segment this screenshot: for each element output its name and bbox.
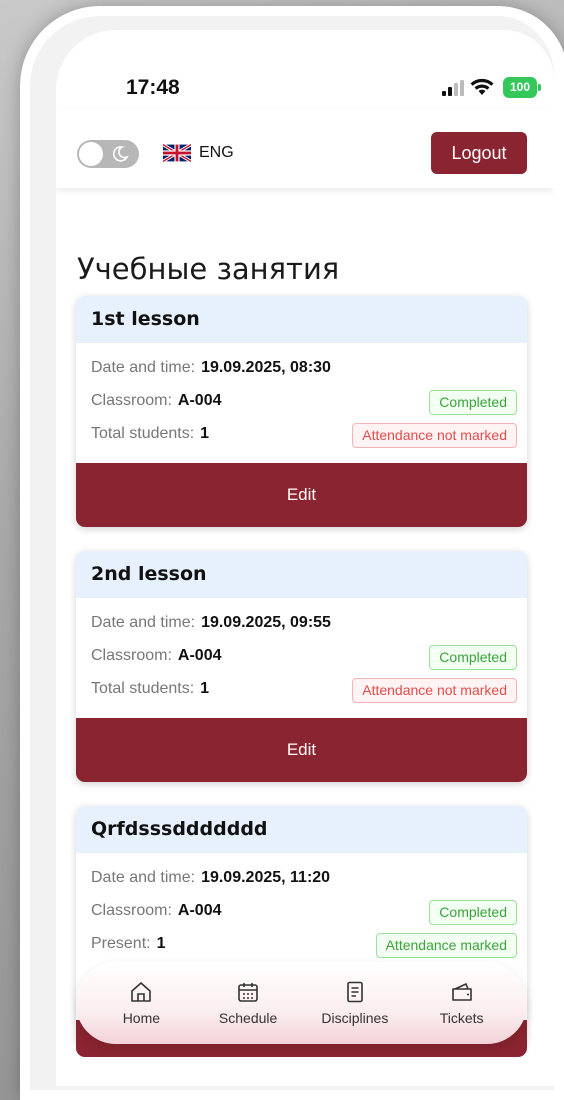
datetime-row: Date and time: 19.09.2025, 09:55	[91, 614, 331, 632]
status-time: 17:48	[126, 76, 180, 99]
datetime-label: Date and time:	[91, 614, 196, 631]
page-title: Учебные занятия	[77, 252, 340, 286]
present-label: Present:	[91, 935, 151, 952]
wifi-icon	[470, 78, 494, 95]
logout-button[interactable]: Logout	[431, 132, 527, 174]
nav-item-tickets[interactable]: Tickets	[412, 980, 512, 1026]
phone-frame: 17:48 100 ENG Logout Учебные занятия 1st…	[20, 6, 564, 1100]
book-icon	[347, 981, 363, 1003]
datetime-label: Date and time:	[91, 869, 196, 886]
students-value: 1	[200, 425, 210, 442]
classroom-label: Classroom:	[91, 902, 172, 919]
app-header: ENG Logout	[56, 110, 554, 188]
lesson-details: Date and time: 19.09.2025, 11:20 Classroo…	[76, 853, 527, 973]
battery-level: 100	[503, 77, 537, 98]
home-icon	[131, 982, 152, 1002]
datetime-value: 19.09.2025, 09:55	[201, 614, 331, 631]
datetime-value: 19.09.2025, 11:20	[201, 869, 331, 886]
classroom-value: A-004	[177, 392, 222, 409]
nav-label: Home	[122, 1010, 161, 1026]
nav-label: Schedule	[218, 1010, 278, 1026]
moon-icon	[112, 146, 129, 162]
theme-toggle[interactable]	[77, 140, 139, 168]
status-badge: Completed	[429, 900, 517, 925]
present-value: 1	[156, 935, 166, 952]
classroom-value: A-004	[177, 647, 222, 664]
status-badge: Completed	[429, 390, 517, 415]
nav-label: Tickets	[439, 1010, 484, 1026]
lesson-details: Date and time: 19.09.2025, 08:30 Classroo…	[76, 343, 527, 463]
attendance-badge: Attendance not marked	[352, 678, 517, 703]
classroom-label: Classroom:	[91, 647, 172, 664]
bottom-navigation: Home Schedule Disciplines Tickets	[76, 962, 527, 1044]
nav-item-schedule[interactable]: Schedule	[198, 980, 298, 1026]
attendance-badge: Attendance not marked	[352, 423, 517, 448]
language-label: ENG	[199, 144, 234, 161]
uk-flag-icon	[163, 144, 191, 162]
ticket-icon	[451, 983, 472, 1001]
lesson-title: 2nd lesson	[76, 551, 527, 598]
attendance-badge: Attendance marked	[375, 933, 517, 958]
lesson-card: 2nd lesson Date and time: 19.09.2025, 09:…	[76, 551, 527, 782]
lesson-card: 1st lesson Date and time: 19.09.2025, 08:…	[76, 296, 527, 527]
lesson-title: 1st lesson	[76, 296, 527, 343]
nav-item-home[interactable]: Home	[91, 980, 191, 1026]
edit-button[interactable]: Edit	[76, 718, 527, 782]
students-label: Total students:	[91, 425, 195, 442]
students-row: Total students: 1	[91, 425, 209, 443]
students-label: Total students:	[91, 680, 195, 697]
toggle-knob	[79, 142, 103, 166]
nav-item-disciplines[interactable]: Disciplines	[305, 980, 405, 1026]
lesson-details: Date and time: 19.09.2025, 09:55 Classroo…	[76, 598, 527, 718]
classroom-row: Classroom: A-004	[91, 902, 221, 920]
status-bar: 17:48 100	[56, 30, 554, 110]
students-row: Total students: 1	[91, 680, 209, 698]
datetime-label: Date and time:	[91, 359, 196, 376]
lesson-title: Qrfdsssddddddd	[76, 806, 527, 853]
datetime-row: Date and time: 19.09.2025, 08:30	[91, 359, 331, 377]
edit-button[interactable]: Edit	[76, 463, 527, 527]
battery-tip	[538, 84, 541, 91]
status-badge: Completed	[429, 645, 517, 670]
classroom-value: A-004	[177, 902, 222, 919]
datetime-row: Date and time: 19.09.2025, 11:20	[91, 869, 330, 887]
present-row: Present: 1	[91, 935, 166, 953]
classroom-label: Classroom:	[91, 392, 172, 409]
students-value: 1	[200, 680, 210, 697]
signal-icon	[442, 80, 464, 96]
nav-label: Disciplines	[321, 1010, 389, 1026]
app-screen: 17:48 100 ENG Logout Учебные занятия 1st…	[56, 30, 554, 1086]
classroom-row: Classroom: A-004	[91, 647, 221, 665]
datetime-value: 19.09.2025, 08:30	[201, 359, 331, 376]
calendar-icon	[238, 983, 258, 1002]
language-switch[interactable]: ENG	[163, 144, 234, 162]
classroom-row: Classroom: A-004	[91, 392, 221, 410]
battery-indicator: 100	[503, 77, 541, 98]
